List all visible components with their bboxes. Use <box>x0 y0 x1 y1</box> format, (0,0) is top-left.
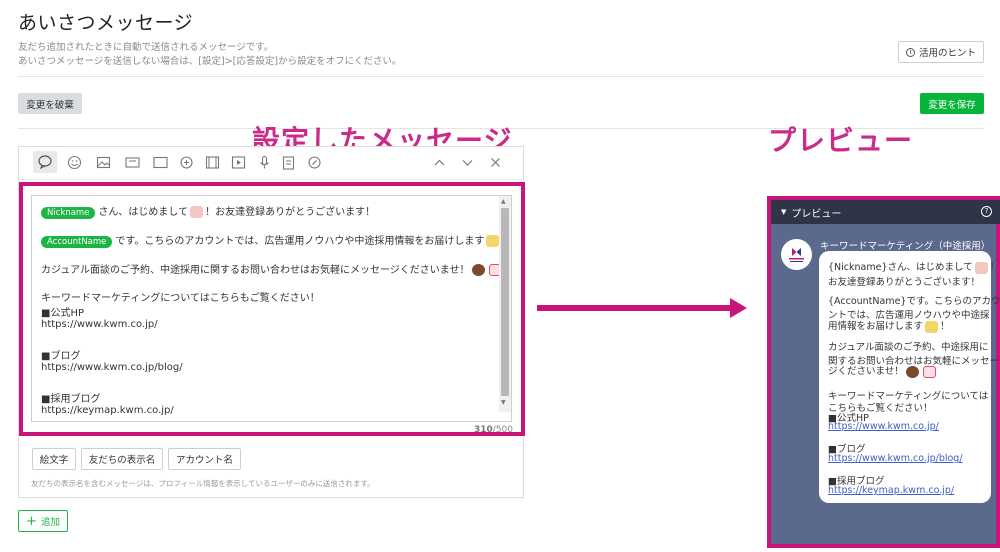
page-description-2: あいさつメッセージを送信しない場合は、[設定]>[応答設定]から設定をオフにくだ… <box>18 56 402 67</box>
preview-link-blog[interactable]: https://www.kwm.co.jp/blog/ <box>828 453 963 464</box>
image-icon[interactable] <box>95 154 112 171</box>
save-changes-button[interactable]: 変更を保存 <box>920 93 984 114</box>
info-icon: i <box>905 47 915 57</box>
chevron-up-icon[interactable] <box>431 154 448 171</box>
arrow-shaft <box>537 305 733 311</box>
stamp-icon[interactable] <box>178 154 195 171</box>
close-icon[interactable] <box>487 154 504 171</box>
card-icon[interactable] <box>124 154 141 171</box>
chevron-down-icon[interactable] <box>459 154 476 171</box>
play-icon[interactable] <box>230 154 247 171</box>
page-description-1: 友だち追加されたときに自動で送信されるメッセージです。 <box>18 42 274 53</box>
insert-emoji-button[interactable]: 絵文字 <box>32 448 76 470</box>
insert-friend-name-button[interactable]: 友だちの表示名 <box>81 448 163 470</box>
arrow-right-icon <box>730 298 747 318</box>
mic-icon[interactable] <box>256 154 273 171</box>
speech-bubble-icon[interactable] <box>33 151 57 173</box>
preview-header[interactable]: ▼ プレビュー <box>771 200 1000 224</box>
sparkle-emoji-icon <box>925 320 939 333</box>
preview-line: お友達登録ありがとうございます！ <box>828 277 981 288</box>
discard-changes-button[interactable]: 変更を破棄 <box>18 93 82 114</box>
emoji-icon[interactable] <box>66 154 83 171</box>
rich-message-icon[interactable] <box>152 154 169 171</box>
bear-emoji-icon <box>974 261 988 274</box>
insert-account-name-button[interactable]: アカウント名 <box>168 448 241 470</box>
preview-line: {AccountName}です。こちらのアカウ <box>828 296 1000 307</box>
friend-name-note: 友だちの表示名を含むメッセージは、プロフィール情報を表示しているユーザーのみに送… <box>31 479 375 488</box>
preview-line: カジュアル面談のご予約、中途採用に <box>828 342 989 353</box>
editor-toolbar <box>18 146 524 180</box>
hint-button-label: 活用のヒント <box>918 48 976 59</box>
help-icon[interactable]: ? <box>981 206 992 217</box>
preview-link-recruit-blog[interactable]: https://keymap.kwm.co.jp/ <box>828 485 954 496</box>
add-message-button[interactable]: + 追加 <box>18 510 68 532</box>
clipboard-icon[interactable] <box>280 154 297 171</box>
caret-down-icon: ▼ <box>781 208 787 216</box>
preview-header-label: プレビュー <box>791 208 842 220</box>
divider <box>18 76 984 77</box>
hint-button[interactable]: i 活用のヒント <box>898 41 984 63</box>
preview-line: 用情報をお届けします！ <box>828 320 950 333</box>
compass-icon[interactable] <box>306 154 323 171</box>
account-avatar <box>781 239 812 270</box>
highlight-frame-message <box>19 182 525 436</box>
preview-link-official[interactable]: https://www.kwm.co.jp/ <box>828 421 939 432</box>
preview-line: {Nickname}さん、はじめまして！ <box>828 261 1000 274</box>
bear-face-emoji-icon <box>905 365 919 378</box>
page-title: あいさつメッセージ <box>18 12 194 34</box>
plus-icon: + <box>26 513 37 529</box>
preview-line: ジくださいませ！ <box>828 363 938 378</box>
annotation-preview: プレビュー <box>768 124 914 157</box>
preview-sender-name: キーワードマーケティング（中途採用） <box>820 241 991 252</box>
video-icon[interactable] <box>204 154 221 171</box>
add-button-label: 追加 <box>40 517 60 528</box>
letter-emoji-icon <box>922 365 936 378</box>
